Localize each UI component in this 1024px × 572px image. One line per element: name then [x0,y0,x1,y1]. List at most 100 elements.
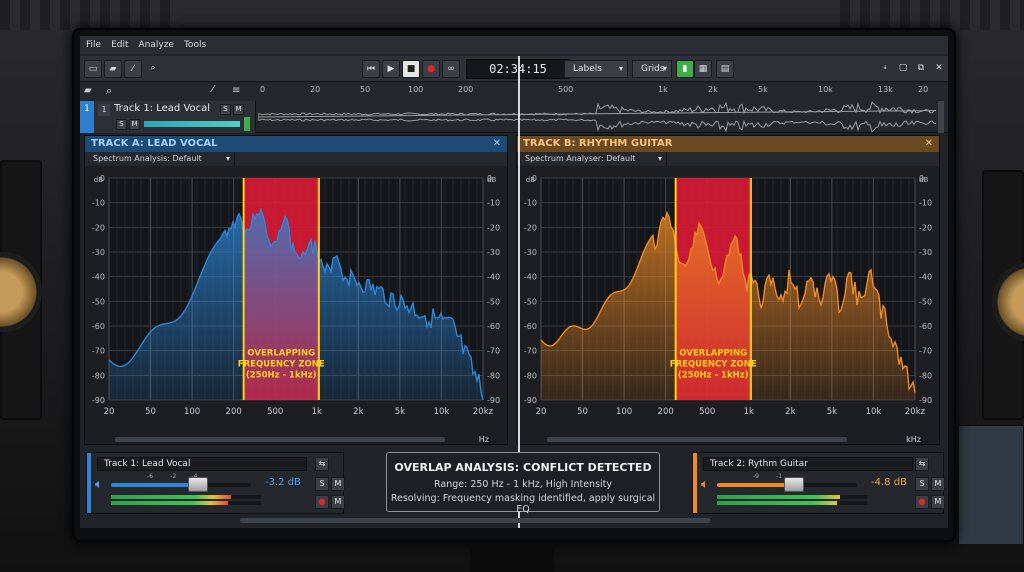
menu-file[interactable]: File [86,40,101,50]
folder-icon[interactable]: ▰ [84,85,92,96]
level-meter [717,501,867,505]
right-speaker [982,170,1024,420]
menu-analyze[interactable]: Analyze [139,40,174,50]
y-tick-label: -30 [524,248,537,257]
loop-icon[interactable]: ∞ [442,60,460,78]
meter-icon[interactable]: ▮ [676,60,694,78]
y-unit: dB [526,176,535,184]
overlap-range: Range: 250 Hz - 1 kHz, High Intensity [433,479,613,490]
y-tick-label: -60 [487,322,500,331]
search-icon[interactable]: ⌕ [106,84,112,98]
x-tick-label: 100 [616,407,632,417]
list-icon[interactable]: ≡ [232,85,240,96]
mute-button[interactable]: M [331,477,345,491]
y-tick-label: -40 [919,273,932,282]
folder-icon[interactable]: ▰ [104,60,122,78]
fader-knob[interactable] [187,477,208,492]
panel-icon[interactable]: ▢ [894,60,912,78]
x-tick-label: 10k [866,407,882,417]
tool-icon[interactable]: ⍖ [876,60,894,78]
mute-button[interactable]: M [931,495,945,509]
x-tick-label: 500 [267,407,283,417]
track-waveform[interactable] [258,101,936,133]
y-tick-label: -80 [487,371,500,380]
solo-button[interactable]: S [915,477,929,491]
labels-dropdown[interactable]: Labels [564,60,628,78]
y-tick-label: -90 [92,396,105,405]
strip-accent [693,453,697,513]
solo-button[interactable]: S [116,119,127,130]
play-icon[interactable]: ▶ [382,60,400,78]
track-name: Track 1: Lead Vocal [114,103,211,114]
record-arm-icon[interactable]: ● [315,495,329,509]
mute-button[interactable]: M [331,495,345,509]
zone-label: (250Hz - 1kHz) [246,371,317,381]
menu-tools[interactable]: Tools [184,40,206,50]
x-tick-label: 20 [536,407,547,417]
routing-icon[interactable]: ⇆ [315,457,329,471]
close-icon[interactable]: ✕ [493,136,501,152]
y-unit: dB [94,176,103,184]
acoustic-foam [840,0,1024,30]
close-icon[interactable]: ✕ [925,136,933,152]
analyzer-panel-a: TRACK A: LEAD VOCAL ✕ Spectrum Analysis:… [84,135,508,445]
wand-icon[interactable]: ⁄ [124,60,142,78]
stop-icon[interactable]: ■ [402,60,420,78]
fader-scale: -9 -1 [753,473,783,480]
tile-icon[interactable]: ⧉ [912,60,930,78]
speaker-icon[interactable]: 🔈︎ [95,477,103,492]
bottom-scrollbar[interactable] [240,518,710,523]
y-tick-label: -50 [524,297,537,306]
panel-b-scrollbar[interactable] [547,437,847,442]
grid-view-icon[interactable]: ▦ [694,60,712,78]
analyzer-panel-b: TRACK B: RHYTHM GUITAR ✕ Spectrum Analys… [516,135,940,445]
skip-start-icon[interactable]: ⏮ [362,60,380,78]
mute-button[interactable]: M [931,477,945,491]
volume-fader[interactable] [111,477,251,492]
ruler-tick: 10k [818,85,833,94]
solo-button[interactable]: S [220,104,231,115]
close-icon[interactable]: ✕ [930,60,948,78]
ruler-tick: 0 [260,85,266,94]
panel-a-toolbar: Spectrum Analysis: Default [85,152,507,166]
speaker-icon[interactable]: 🔈︎ [701,477,709,492]
volume-db: -3.2 dB [265,477,301,488]
menu-edit[interactable]: Edit [111,40,128,50]
solo-button[interactable]: S [315,477,329,491]
analysis-dropdown[interactable]: Spectrum Analysis: Default [85,152,235,166]
mute-button[interactable]: M [233,104,244,115]
mute-button[interactable]: M [129,119,140,130]
x-tick-label: 500 [699,407,715,417]
zoom-icon[interactable]: ⌕ [144,60,162,78]
timeline-scrollbar[interactable] [938,101,944,133]
fader-knob[interactable] [784,477,804,492]
grids-dropdown[interactable]: Grids [632,60,672,78]
ruler-tick: 13k [878,85,893,94]
y-tick-label: -40 [92,273,105,282]
window-icon[interactable]: ▭ [84,60,102,78]
y-unit: dB [919,176,928,184]
ruler-tick: 50 [360,85,371,94]
spectrum-plot-b[interactable]: 0 0-10 -10-20 -20-30 -30-40 -40-50 -50-60 -60-7… [517,168,939,430]
x-tick-label: 20kz [473,407,494,417]
panel-b-header: TRACK B: RHYTHM GUITAR ✕ [517,136,939,152]
analysis-dropdown[interactable]: Spectrum Analyser: Default [517,152,667,166]
routing-icon[interactable]: ⇆ [915,457,929,471]
y-tick-label: -60 [524,322,537,331]
y-tick-label: -10 [919,199,932,208]
x-tick-label: 2k [353,407,363,417]
track-header[interactable]: 1 1 Track 1: Lead Vocal S M S M [80,101,256,133]
pin-icon[interactable]: ⁄ [212,84,214,95]
time-ruler[interactable]: 0 20 50 100 200 500 1k 2k 5k 10k 13k 20 [258,83,936,99]
volume-fader[interactable] [717,477,857,492]
y-tick-label: -90 [919,396,932,405]
zone-label: FREQUENCY ZONE [238,360,325,370]
x-tick-label: 100 [184,407,200,417]
spectrum-plot-a[interactable]: 0 0-10 -10-20 -20-30 -30-40 -40-50 -50-60 -60-7… [85,168,507,430]
y-tick-label: -10 [524,199,537,208]
layout-icon[interactable]: ▤ [716,60,734,78]
panel-a-scrollbar[interactable] [115,437,445,442]
record-arm-icon[interactable]: ● [915,495,929,509]
y-tick-label: -20 [919,223,932,232]
record-icon[interactable]: ● [422,60,440,78]
